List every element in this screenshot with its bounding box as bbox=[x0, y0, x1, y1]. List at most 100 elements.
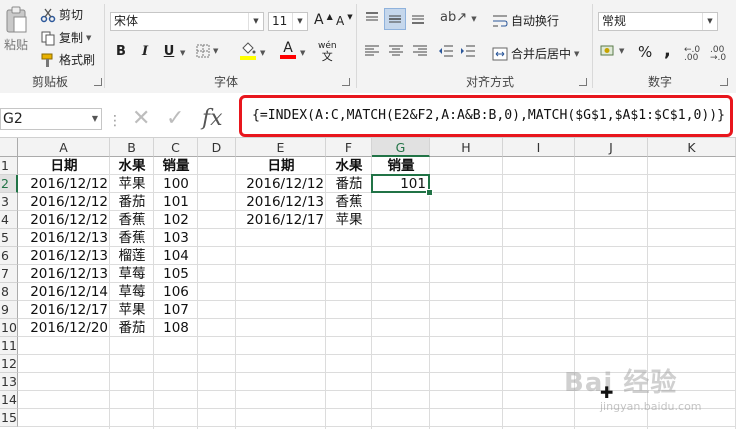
column-header-f[interactable]: F bbox=[326, 138, 372, 157]
cell-b8[interactable]: 草莓 bbox=[110, 283, 154, 301]
cell-b5[interactable]: 香蕉 bbox=[110, 229, 154, 247]
grow-font-button[interactable]: A ▲ bbox=[314, 12, 333, 29]
comma-button[interactable]: , bbox=[664, 40, 671, 61]
fill-color-button[interactable] bbox=[240, 42, 256, 60]
decrease-indent-icon[interactable] bbox=[438, 44, 454, 61]
italic-button[interactable]: I bbox=[136, 42, 154, 62]
column-header-k[interactable]: K bbox=[648, 138, 736, 157]
row-header-11[interactable]: 11 bbox=[0, 337, 18, 355]
fill-handle[interactable] bbox=[426, 189, 433, 196]
chevron-down-icon[interactable]: ▼ bbox=[248, 13, 263, 30]
chevron-down-icon[interactable]: ▼ bbox=[213, 47, 218, 55]
chevron-down-icon[interactable]: ▼ bbox=[260, 49, 265, 57]
align-center-icon[interactable] bbox=[388, 44, 404, 61]
number-launcher-icon[interactable] bbox=[720, 78, 728, 86]
row-header-14[interactable]: 14 bbox=[0, 391, 18, 409]
cell-c5[interactable]: 103 bbox=[154, 229, 198, 247]
align-middle-icon[interactable] bbox=[384, 8, 406, 30]
align-top-icon[interactable] bbox=[364, 10, 382, 28]
cell-a8[interactable]: 2016/12/14 bbox=[18, 283, 110, 301]
cell-a3[interactable]: 2016/12/12 bbox=[18, 193, 110, 211]
borders-button[interactable]: ▼ bbox=[196, 44, 218, 58]
cell-c9[interactable]: 107 bbox=[154, 301, 198, 319]
cell-b1[interactable]: 水果 bbox=[110, 157, 154, 175]
percent-button[interactable]: % bbox=[638, 43, 652, 61]
name-box[interactable]: G2 ▼ bbox=[0, 108, 102, 130]
cell-b2[interactable]: 苹果 bbox=[110, 175, 154, 193]
chevron-down-icon[interactable]: ▼ bbox=[702, 13, 717, 30]
cell-b9[interactable]: 苹果 bbox=[110, 301, 154, 319]
cancel-icon[interactable]: ✕ bbox=[132, 106, 150, 131]
cell-c8[interactable]: 106 bbox=[154, 283, 198, 301]
format-painter-button[interactable]: 格式刷 bbox=[40, 51, 95, 68]
column-header-e[interactable]: E bbox=[236, 138, 326, 157]
select-all-corner[interactable] bbox=[0, 138, 18, 157]
chevron-down-icon[interactable]: ▼ bbox=[86, 34, 91, 42]
column-header-d[interactable]: D bbox=[198, 138, 236, 157]
row-header-6[interactable]: 6 bbox=[0, 247, 18, 265]
font-launcher-icon[interactable] bbox=[342, 78, 350, 86]
clipboard-launcher-icon[interactable] bbox=[94, 78, 102, 86]
alignment-launcher-icon[interactable] bbox=[579, 78, 587, 86]
column-header-b[interactable]: B bbox=[110, 138, 154, 157]
row-header-2[interactable]: 2 bbox=[0, 175, 18, 193]
row-header-10[interactable]: 10 bbox=[0, 319, 18, 337]
row-header-3[interactable]: 3 bbox=[0, 193, 18, 211]
cell-e1[interactable]: 日期 bbox=[236, 157, 326, 175]
cell-a9[interactable]: 2016/12/17 bbox=[18, 301, 110, 319]
chevron-down-icon[interactable]: ▼ bbox=[619, 47, 624, 55]
cell-c2[interactable]: 100 bbox=[154, 175, 198, 193]
paste-button[interactable]: 粘贴 bbox=[2, 6, 30, 53]
enter-icon[interactable]: ✓ bbox=[166, 106, 184, 131]
cell-c7[interactable]: 105 bbox=[154, 265, 198, 283]
chevron-down-icon[interactable]: ▼ bbox=[92, 109, 98, 129]
column-header-c[interactable]: C bbox=[154, 138, 198, 157]
cell-b10[interactable]: 番茄 bbox=[110, 319, 154, 337]
column-header-a[interactable]: A bbox=[18, 138, 110, 157]
phonetic-button[interactable]: wén 文 bbox=[318, 42, 337, 63]
font-name-combo[interactable]: 宋体 ▼ bbox=[110, 12, 264, 31]
align-right-icon[interactable] bbox=[412, 44, 428, 61]
cell-f2[interactable]: 番茄 bbox=[326, 175, 372, 193]
cell-a2[interactable]: 2016/12/12 bbox=[18, 175, 110, 193]
wrap-text-button[interactable]: 自动换行 bbox=[492, 12, 559, 29]
cell-f1[interactable]: 水果 bbox=[326, 157, 372, 175]
increase-decimal-icon[interactable]: ←.0.00 bbox=[684, 46, 700, 63]
cell-a1[interactable]: 日期 bbox=[18, 157, 110, 175]
cell-e2[interactable]: 2016/12/12 bbox=[236, 175, 326, 193]
cell-f4[interactable]: 苹果 bbox=[326, 211, 372, 229]
increase-indent-icon[interactable] bbox=[460, 44, 476, 61]
copy-button[interactable]: 复制 ▼ bbox=[40, 29, 91, 46]
orientation-icon[interactable]: ab↗ ▼ bbox=[440, 10, 477, 25]
row-header-8[interactable]: 8 bbox=[0, 283, 18, 301]
column-header-i[interactable]: I bbox=[503, 138, 575, 157]
align-bottom-icon[interactable] bbox=[410, 10, 428, 28]
cell-f3[interactable]: 香蕉 bbox=[326, 193, 372, 211]
cell-a6[interactable]: 2016/12/13 bbox=[18, 247, 110, 265]
cell-a4[interactable]: 2016/12/12 bbox=[18, 211, 110, 229]
font-size-combo[interactable]: 11 ▼ bbox=[268, 12, 308, 31]
row-header-1[interactable]: 1 bbox=[0, 157, 18, 175]
accounting-format-button[interactable]: ▼ bbox=[600, 44, 624, 58]
shrink-font-button[interactable]: A ▼ bbox=[336, 13, 353, 28]
bold-button[interactable]: B bbox=[112, 42, 130, 62]
merge-center-button[interactable]: 合并后居中 ▼ bbox=[492, 45, 579, 62]
decrease-decimal-icon[interactable]: .00 →.0 bbox=[710, 46, 726, 63]
cell-b7[interactable]: 草莓 bbox=[110, 265, 154, 283]
column-header-g[interactable]: G bbox=[372, 138, 430, 157]
cell-c4[interactable]: 102 bbox=[154, 211, 198, 229]
cell-a7[interactable]: 2016/12/13 bbox=[18, 265, 110, 283]
underline-button[interactable]: U bbox=[160, 42, 178, 62]
row-header-12[interactable]: 12 bbox=[0, 355, 18, 373]
number-format-combo[interactable]: 常规 ▼ bbox=[598, 12, 718, 31]
row-header-13[interactable]: 13 bbox=[0, 373, 18, 391]
row-header-7[interactable]: 7 bbox=[0, 265, 18, 283]
cell-e3[interactable]: 2016/12/13 bbox=[236, 193, 326, 211]
chevron-down-icon[interactable]: ▼ bbox=[180, 49, 185, 57]
cell-g1[interactable]: 销量 bbox=[372, 157, 430, 175]
cell-a10[interactable]: 2016/12/20 bbox=[18, 319, 110, 337]
cut-button[interactable]: 剪切 bbox=[40, 6, 83, 23]
cell-a5[interactable]: 2016/12/13 bbox=[18, 229, 110, 247]
cell-c6[interactable]: 104 bbox=[154, 247, 198, 265]
row-header-15[interactable]: 15 bbox=[0, 409, 18, 427]
